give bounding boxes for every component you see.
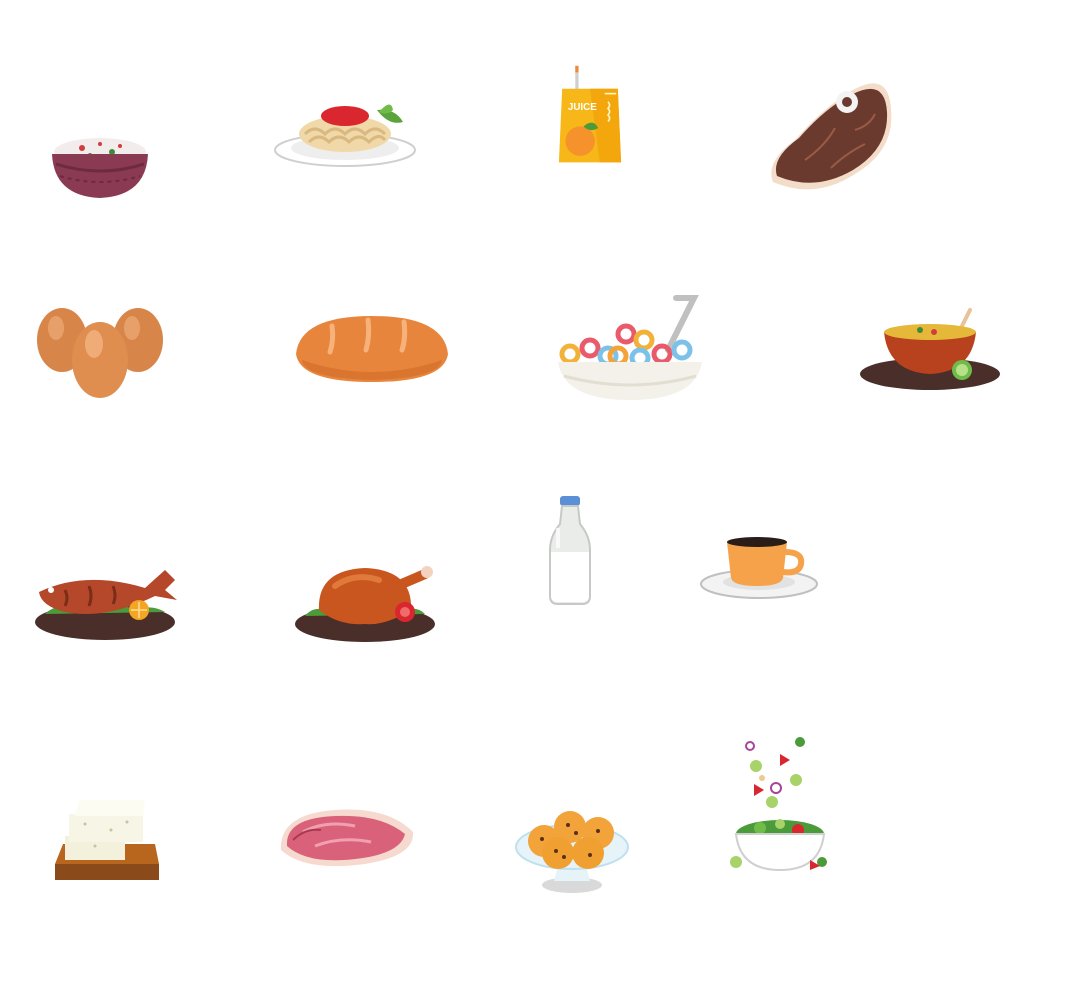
coffee-cup-icon xyxy=(700,537,818,599)
food-item-soup[interactable] xyxy=(830,270,1030,450)
food-icon-grid: JUICE xyxy=(0,0,1068,1000)
steak-icon xyxy=(771,83,892,190)
food-item-cereal[interactable] xyxy=(530,270,730,450)
roast-chicken-icon xyxy=(295,566,435,642)
rice-bowl-icon xyxy=(52,138,148,198)
food-item-bread[interactable] xyxy=(272,260,472,440)
food-item-chicken[interactable] xyxy=(265,540,465,720)
spaghetti-plate-icon xyxy=(274,104,416,167)
salad-bowl-icon xyxy=(730,737,827,872)
cookies-plate-icon xyxy=(515,811,629,893)
food-item-coffee[interactable] xyxy=(665,510,865,690)
food-item-pork[interactable] xyxy=(245,780,445,960)
tofu-board-icon xyxy=(55,800,159,880)
grilled-fish-icon xyxy=(35,570,177,640)
food-item-rice[interactable] xyxy=(0,60,200,240)
food-item-milk[interactable] xyxy=(470,480,670,660)
pork-chop-icon xyxy=(280,809,414,867)
food-item-steak[interactable] xyxy=(735,50,935,230)
cereal-bowl-icon xyxy=(558,295,702,400)
soup-bowl-icon xyxy=(860,308,1000,390)
food-item-tofu[interactable] xyxy=(15,780,215,960)
food-item-juice[interactable]: JUICE xyxy=(490,20,690,200)
food-item-fish[interactable] xyxy=(5,540,205,720)
milk-bottle-icon xyxy=(549,496,591,605)
eggs-icon xyxy=(37,308,163,398)
juice-label: JUICE xyxy=(568,102,597,113)
food-item-salad[interactable] xyxy=(680,720,880,900)
food-item-spaghetti[interactable] xyxy=(245,60,445,240)
bread-loaf-icon xyxy=(296,316,448,382)
food-item-eggs[interactable] xyxy=(0,270,200,450)
food-item-cookies[interactable] xyxy=(472,785,672,965)
juice-box-icon: JUICE xyxy=(558,65,622,163)
